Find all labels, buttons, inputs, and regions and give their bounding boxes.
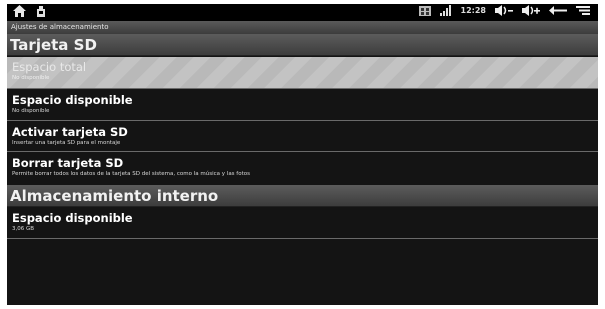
volume-up-icon[interactable] — [522, 5, 540, 16]
pref-title: Borrar tarjeta SD — [12, 156, 124, 170]
menu-icon[interactable] — [576, 6, 590, 15]
pref-summary: No disponible — [12, 108, 50, 114]
volume-down-icon[interactable] — [495, 5, 513, 16]
status-time: 12:28 — [460, 6, 486, 15]
status-bar: 12:28 — [7, 4, 598, 21]
pref-summary: 3,06 GB — [12, 226, 35, 232]
category-almacenamiento-interno: Almacenamiento interno — [7, 185, 598, 207]
screen: 12:28 Ajustes de almacenamiento Tarjeta … — [7, 4, 598, 305]
pref-espacio-disponible-sd[interactable]: Espacio disponible No disponible — [7, 90, 598, 121]
pref-title: Espacio disponible — [12, 211, 133, 225]
pref-summary: Insertar una tarjeta SD para el montaje — [12, 140, 121, 146]
home-icon[interactable] — [13, 5, 26, 17]
pref-espacio-disponible-interno[interactable]: Espacio disponible 3,06 GB — [7, 208, 598, 239]
screenshot-icon — [418, 5, 431, 16]
pref-borrar-tarjeta-sd[interactable]: Borrar tarjeta SD Permite borrar todos l… — [7, 153, 598, 184]
pref-summary: Permite borrar todos los datos de la tar… — [12, 171, 250, 177]
back-icon[interactable] — [549, 6, 567, 15]
pref-title: Espacio disponible — [12, 93, 133, 107]
pref-title: Espacio total — [12, 60, 87, 74]
pref-summary: No disponible — [12, 75, 50, 81]
pref-espacio-total: Espacio total No disponible — [7, 57, 598, 89]
signal-icon — [439, 5, 452, 16]
window-title: Ajustes de almacenamiento — [7, 21, 598, 34]
settings-icon[interactable] — [36, 5, 46, 17]
pref-activar-tarjeta-sd[interactable]: Activar tarjeta SD Insertar una tarjeta … — [7, 122, 598, 152]
category-tarjeta-sd: Tarjeta SD — [7, 34, 598, 56]
pref-title: Activar tarjeta SD — [12, 125, 128, 139]
